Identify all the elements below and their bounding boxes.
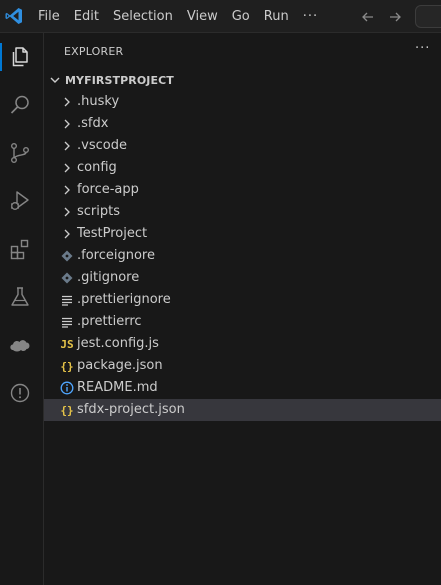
source-control-icon[interactable]	[8, 141, 32, 165]
tree-folder-row[interactable]: force-app	[44, 179, 441, 201]
menu-bar: File Edit Selection View Go Run ···	[31, 0, 325, 33]
tree-item-label: .forceignore	[77, 248, 155, 263]
activity-bar	[0, 33, 44, 585]
menu-item-edit[interactable]: Edit	[67, 6, 106, 28]
tree-folder-row[interactable]: scripts	[44, 201, 441, 223]
json-file-icon: {}	[59, 402, 75, 418]
arrow-left-icon[interactable]	[360, 9, 376, 25]
tree-item-label: package.json	[77, 358, 163, 373]
vscode-logo-icon	[4, 6, 24, 26]
menu-item-go[interactable]: Go	[225, 6, 257, 28]
testing-icon[interactable]	[8, 285, 32, 309]
tree-folder-row[interactable]: .sfdx	[44, 113, 441, 135]
json-file-icon-glyph: {}	[60, 359, 74, 373]
project-title: MYFIRSTPROJECT	[65, 73, 174, 87]
js-file-icon-glyph: JS	[60, 337, 74, 351]
chevron-right-icon	[59, 182, 75, 198]
tree-file-row[interactable]: JS jest.config.js	[44, 333, 441, 355]
tree-item-label: TestProject	[77, 226, 148, 241]
tree-item-label: .husky	[77, 94, 120, 109]
chevron-right-icon	[59, 94, 75, 110]
json-file-icon: {}	[59, 358, 75, 374]
tree-item-label: config	[77, 160, 117, 175]
tree-file-row[interactable]: .forceignore	[44, 245, 441, 267]
tree-item-label: .prettierignore	[77, 292, 171, 307]
tree-item-label: .prettierrc	[77, 314, 142, 329]
tree-item-label: jest.config.js	[77, 336, 159, 351]
project-section-header[interactable]: MYFIRSTPROJECT	[44, 69, 441, 91]
tree-item-label: scripts	[77, 204, 120, 219]
chevron-right-icon	[59, 138, 75, 154]
lines-file-icon	[59, 314, 75, 330]
menu-item-file[interactable]: File	[31, 6, 67, 28]
explorer-sidebar: EXPLORER ··· MYFIRSTPROJECT .husky .sfdx.…	[44, 33, 441, 585]
salesforce-icon[interactable]	[8, 333, 32, 357]
search-icon[interactable]	[8, 93, 32, 117]
chevron-right-icon	[59, 226, 75, 242]
tree-file-row[interactable]: {} sfdx-project.json	[44, 399, 441, 421]
tree-item-label: .vscode	[77, 138, 127, 153]
menu-more-icon[interactable]: ···	[296, 6, 325, 28]
tree-item-label: .gitignore	[77, 270, 140, 285]
command-center-search[interactable]	[415, 5, 441, 28]
tree-file-row[interactable]: .prettierrc	[44, 311, 441, 333]
chevron-right-icon	[59, 204, 75, 220]
js-file-icon: JS	[59, 336, 75, 352]
tree-file-row[interactable]: .gitignore	[44, 267, 441, 289]
tree-item-label: README.md	[77, 380, 158, 395]
problems-icon[interactable]	[8, 381, 32, 405]
chevron-right-icon	[59, 160, 75, 176]
explorer-more-actions-icon[interactable]: ···	[415, 41, 430, 56]
git-file-icon	[59, 270, 75, 286]
tree-file-row[interactable]: {} package.json	[44, 355, 441, 377]
tree-folder-row[interactable]: .husky	[44, 91, 441, 113]
tree-item-label: force-app	[77, 182, 139, 197]
file-tree: .husky .sfdx .vscode config force-app scripts…	[44, 91, 441, 421]
tree-item-label: .sfdx	[77, 116, 109, 131]
arrow-right-icon[interactable]	[387, 9, 403, 25]
chevron-right-icon	[59, 116, 75, 132]
tree-item-label: sfdx-project.json	[77, 402, 185, 417]
git-file-icon	[59, 248, 75, 264]
lines-file-icon	[59, 292, 75, 308]
tree-file-row[interactable]: README.md	[44, 377, 441, 399]
explorer-header: EXPLORER	[64, 45, 124, 58]
info-file-icon	[59, 380, 75, 396]
run-debug-icon[interactable]	[8, 189, 32, 213]
chevron-down-icon	[50, 77, 60, 83]
tree-folder-row[interactable]: config	[44, 157, 441, 179]
tree-file-row[interactable]: .prettierignore	[44, 289, 441, 311]
extensions-icon[interactable]	[8, 237, 32, 261]
json-file-icon-glyph: {}	[60, 403, 74, 417]
menu-item-view[interactable]: View	[180, 6, 225, 28]
menu-item-selection[interactable]: Selection	[106, 6, 180, 28]
files-icon[interactable]	[8, 45, 32, 69]
tree-folder-row[interactable]: TestProject	[44, 223, 441, 245]
menu-item-run[interactable]: Run	[257, 6, 296, 28]
title-bar: File Edit Selection View Go Run ···	[0, 0, 441, 33]
tree-folder-row[interactable]: .vscode	[44, 135, 441, 157]
active-indicator	[0, 43, 2, 71]
